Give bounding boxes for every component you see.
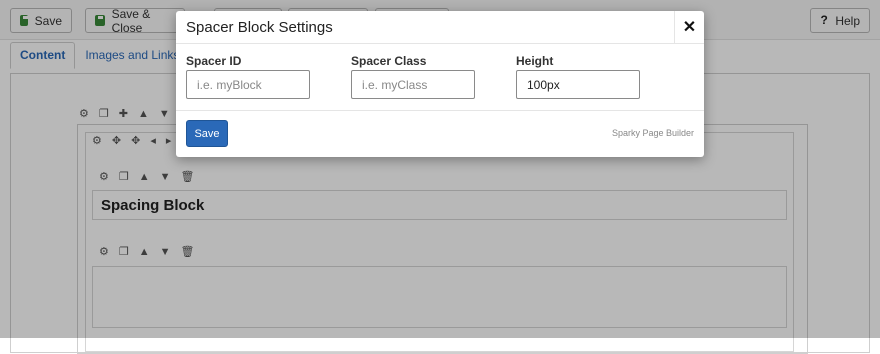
spacer-id-label: Spacer ID: [186, 54, 242, 68]
spacer-id-input[interactable]: [186, 70, 310, 99]
modal-title: Spacer Block Settings: [186, 19, 333, 36]
modal-header: Spacer Block Settings ✕: [176, 11, 704, 44]
height-input[interactable]: [516, 70, 640, 99]
height-field: Height: [516, 54, 640, 99]
close-button[interactable]: ✕: [674, 11, 704, 44]
height-label: Height: [516, 54, 554, 68]
spacer-class-field: Spacer Class: [351, 54, 475, 99]
spacer-settings-modal: Spacer Block Settings ✕ Spacer ID Spacer…: [176, 11, 704, 157]
modal-save-button[interactable]: Save: [186, 120, 228, 147]
brand-label: Sparky Page Builder: [611, 128, 694, 138]
modal-footer: Save Sparky Page Builder: [176, 110, 704, 157]
spacer-id-field: Spacer ID: [186, 54, 310, 99]
close-icon: ✕: [682, 18, 697, 36]
spacer-class-label: Spacer Class: [351, 54, 427, 68]
spacer-class-input[interactable]: [351, 70, 475, 99]
